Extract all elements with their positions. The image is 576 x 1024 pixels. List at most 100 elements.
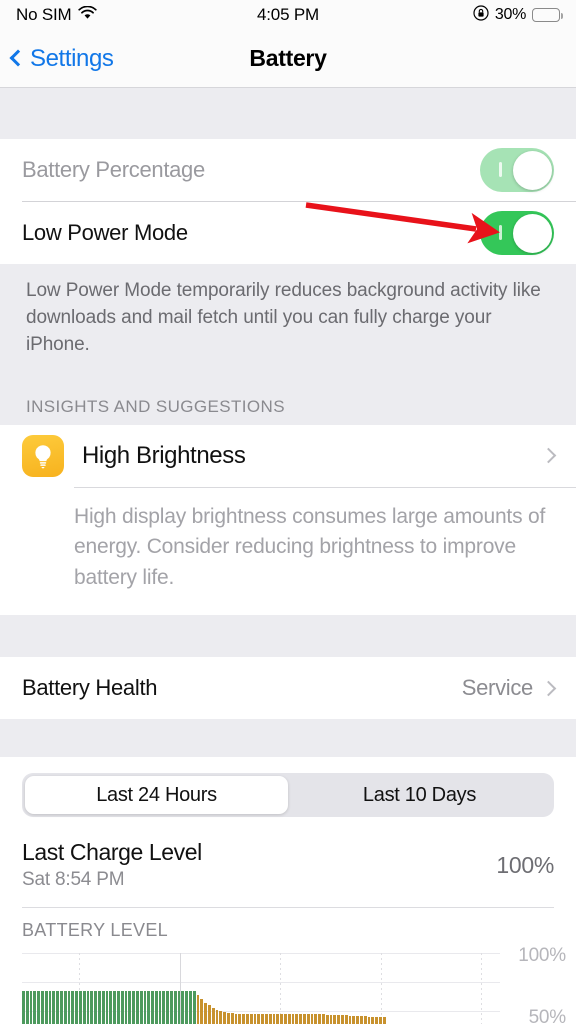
toggles-group: Battery Percentage Low Power Mode (0, 139, 576, 264)
chart-bar (204, 1002, 208, 1024)
chart-bar (242, 1013, 246, 1024)
back-button[interactable]: Settings (0, 45, 114, 73)
chart-bar (208, 1005, 211, 1024)
chart-bar (120, 991, 124, 1024)
battery-health-value: Service (461, 675, 534, 701)
chart-bar (356, 1015, 359, 1024)
last-charge-level-time: Sat 8:54 PM (22, 869, 125, 891)
chart-bar (162, 991, 166, 1024)
chart-bar (113, 991, 116, 1024)
time-range-selector: Last 24 Hours Last 10 Days (0, 757, 576, 828)
section-gap-top (0, 88, 576, 139)
chart-bar (22, 991, 25, 1024)
chart-bar (56, 991, 59, 1024)
chart-bar (340, 1014, 344, 1024)
chart-bar (291, 1013, 295, 1024)
chart-bar (280, 1013, 283, 1024)
chart-bar (333, 1014, 337, 1024)
chart-bar (170, 991, 173, 1024)
chart-bar (265, 1013, 268, 1024)
usage-group: Last 24 Hours Last 10 Days Last Charge L… (0, 757, 576, 1024)
chart-bar (128, 991, 132, 1024)
chart-bar (238, 1013, 242, 1024)
chart-bar (371, 1016, 375, 1024)
chart-bar (302, 1013, 306, 1024)
low-power-mode-toggle[interactable] (480, 211, 554, 255)
chart-ylabel-100: 100% (518, 945, 566, 967)
lightbulb-icon (22, 434, 64, 477)
toggle-knob (513, 213, 552, 253)
chart-bar (151, 991, 154, 1024)
chart-bar (321, 1013, 325, 1024)
chart-bar (147, 991, 151, 1024)
chart-bar (261, 1013, 264, 1024)
chart-bar (154, 991, 158, 1024)
chart-bar (227, 1013, 230, 1024)
battery-health-group: Battery Health Service (0, 657, 576, 720)
battery-health-label: Battery Health (22, 675, 158, 701)
chart-bar (306, 1013, 310, 1024)
section-gap-health (0, 615, 576, 658)
battery-settings-screen: No SIM 4:05 PM 30% Settings Battery Batt… (0, 0, 576, 1024)
chart-bar (78, 991, 82, 1024)
row-battery-percentage[interactable]: Battery Percentage (0, 139, 576, 201)
low-power-mode-footer-note: Low Power Mode temporarily reduces backg… (0, 264, 576, 379)
chart-bar (67, 991, 71, 1024)
last-charge-level-title: Last Charge Level (22, 839, 202, 866)
chart-bar (337, 1014, 340, 1024)
row-high-brightness[interactable]: High Brightness (0, 424, 576, 487)
status-bar-left: No SIM (16, 5, 98, 25)
chart-bar (359, 1015, 363, 1024)
chart-bar (253, 1013, 257, 1024)
chart-bar (344, 1014, 348, 1024)
last-charge-level-percent: 100% (496, 851, 554, 878)
toggle-knob (513, 150, 552, 190)
chart-bar (48, 991, 52, 1024)
chart-plot-area (22, 953, 500, 1024)
chart-bar (109, 991, 113, 1024)
chart-bar (52, 991, 56, 1024)
chart-bar (40, 991, 44, 1024)
chart-bar (215, 1009, 219, 1024)
chart-bar (143, 991, 147, 1024)
row-low-power-mode[interactable]: Low Power Mode (0, 202, 576, 264)
chart-bar (44, 991, 48, 1024)
chart-bar (348, 1015, 352, 1024)
chart-bar (185, 991, 189, 1024)
chart-bar (272, 1013, 276, 1024)
chart-bar (158, 991, 162, 1024)
last-charge-level-row: Last Charge Level Sat 8:54 PM 100% (0, 827, 576, 900)
chart-bar (116, 991, 120, 1024)
chart-bar (367, 1016, 371, 1024)
chart-bar (219, 1011, 223, 1024)
chart-bar (200, 998, 204, 1024)
tab-last-24-hours[interactable]: Last 24 Hours (25, 776, 288, 815)
chart-bar (166, 991, 170, 1024)
low-power-mode-label: Low Power Mode (22, 220, 188, 245)
row-battery-health[interactable]: Battery Health Service (0, 657, 576, 720)
carrier-label: No SIM (16, 5, 72, 24)
chart-bar (295, 1013, 299, 1024)
chart-bar (246, 1013, 249, 1024)
chart-bar (375, 1016, 378, 1024)
chart-bar (329, 1014, 333, 1024)
chart-bar (82, 991, 86, 1024)
chart-bar (86, 991, 90, 1024)
chart-bar (173, 991, 177, 1024)
insights-group: High Brightness High display brightness … (0, 424, 576, 616)
chart-bar (287, 1013, 291, 1024)
chart-bar (63, 991, 67, 1024)
chart-bars (22, 953, 500, 1024)
chart-bar (230, 1013, 234, 1024)
tab-last-10-days[interactable]: Last 10 Days (288, 776, 551, 814)
chart-bar (59, 991, 63, 1024)
battery-percentage-toggle[interactable] (480, 148, 554, 192)
chevron-right-icon (540, 448, 557, 464)
wifi-icon (78, 5, 98, 25)
status-bar-right: 30% (473, 4, 563, 26)
chart-bar (189, 991, 192, 1024)
chevron-left-icon (9, 49, 27, 67)
battery-level-chart: 100% 50% (0, 945, 576, 1024)
chart-bar (75, 991, 78, 1024)
chevron-right-icon (540, 680, 557, 696)
